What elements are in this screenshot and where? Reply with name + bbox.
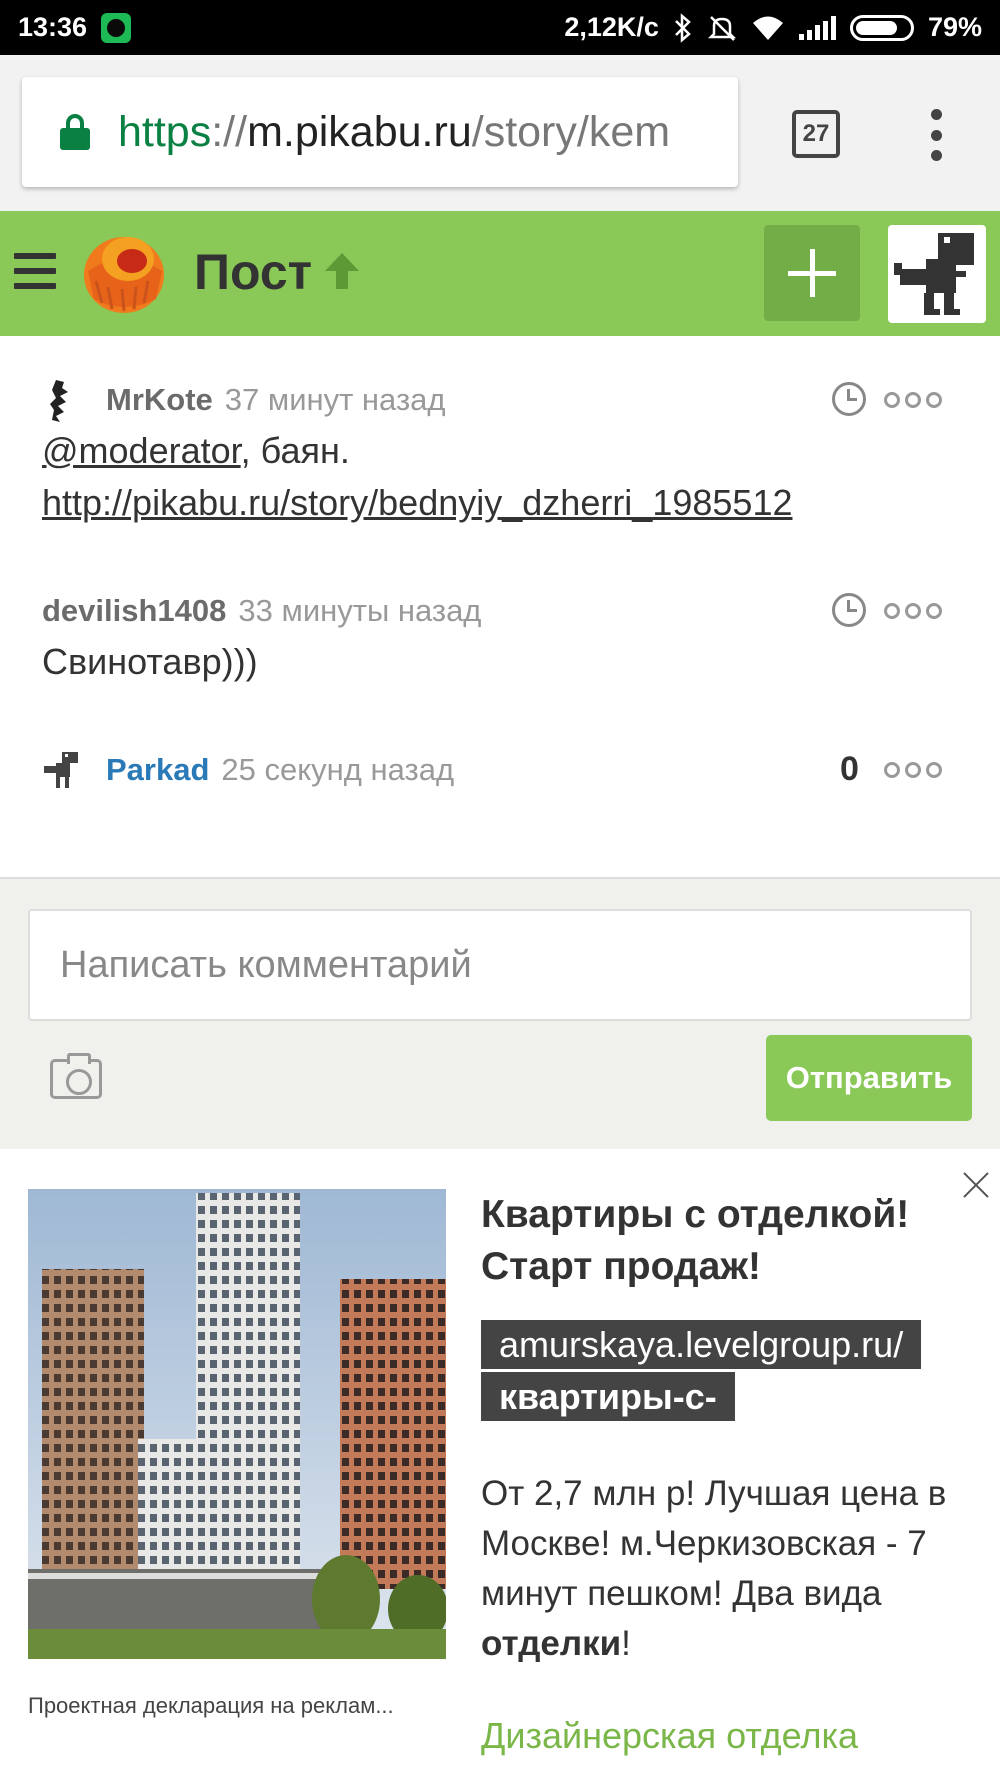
comment-input[interactable]: Написать комментарий bbox=[28, 909, 972, 1021]
comment-text-rest: , баян. bbox=[240, 430, 350, 471]
more-options-icon[interactable] bbox=[884, 392, 942, 408]
comment-rating: 0 bbox=[840, 750, 859, 788]
comment-text: @moderator, баян. http://pikabu.ru/story… bbox=[42, 425, 792, 529]
clock-icon bbox=[832, 382, 866, 416]
comment-time: 33 минуты назад bbox=[238, 593, 482, 628]
signal-icon bbox=[798, 15, 836, 40]
url-host: m.pikabu.ru bbox=[247, 107, 472, 156]
bluetooth-icon bbox=[675, 12, 691, 43]
tab-switcher-button[interactable]: 27 bbox=[792, 110, 840, 158]
spotify-icon bbox=[101, 12, 132, 43]
comment-header: Parkad 25 секунд назад bbox=[42, 745, 454, 795]
url-separator: :// bbox=[211, 107, 248, 156]
ad-domain[interactable]: amurskaya.levelgroup.ru/квартиры-с- bbox=[481, 1319, 963, 1423]
ad-title[interactable]: Квартиры с отделкой! Старт продаж! bbox=[481, 1189, 961, 1293]
wifi-icon bbox=[752, 16, 783, 40]
comment-username[interactable]: devilish1408 bbox=[42, 593, 226, 629]
comment: MrKote 37 минут назад @moderator, баян. … bbox=[0, 375, 1000, 535]
ad-text-bold: отделки bbox=[481, 1624, 622, 1663]
add-post-button[interactable] bbox=[764, 225, 860, 321]
dino-icon bbox=[894, 233, 974, 315]
url-text[interactable]: https://m.pikabu.ru/story/kem bbox=[118, 108, 670, 157]
more-options-icon[interactable] bbox=[884, 603, 942, 619]
comment-header: devilish1408 33 минуты назад bbox=[42, 586, 481, 636]
arrow-up-icon[interactable] bbox=[322, 249, 362, 293]
browser-toolbar: https://m.pikabu.ru/story/kem 27 bbox=[0, 55, 1000, 211]
url-scheme: https bbox=[118, 107, 212, 156]
comment-time: 25 секунд назад bbox=[221, 752, 455, 787]
status-bar: 13:36 2,12K/c 79% bbox=[0, 0, 1000, 55]
ad-declaration: Проектная декларация на реклам... bbox=[28, 1693, 394, 1718]
ad-domain-line2: квартиры-с- bbox=[481, 1372, 735, 1421]
ad-image[interactable] bbox=[28, 1189, 446, 1659]
page-title: Пост bbox=[194, 244, 313, 300]
dino-avatar-icon[interactable] bbox=[42, 748, 82, 792]
silent-icon bbox=[707, 15, 736, 41]
more-options-icon[interactable] bbox=[884, 762, 942, 778]
comment-username[interactable]: Parkad bbox=[106, 752, 209, 788]
battery-percent: 79% bbox=[927, 12, 982, 42]
url-path: /story/kem bbox=[471, 107, 671, 156]
clock-icon bbox=[832, 593, 866, 627]
ad-text-main: От 2,7 млн р! Лучшая цена в Москве! м.Че… bbox=[481, 1474, 947, 1613]
user-avatar[interactable] bbox=[42, 378, 82, 422]
browser-menu-icon[interactable] bbox=[928, 109, 944, 161]
battery-icon bbox=[849, 14, 914, 41]
ad-text-end: ! bbox=[621, 1624, 631, 1663]
story-link[interactable]: http://pikabu.ru/story/bednyiy_dzherri_1… bbox=[42, 482, 792, 523]
comment-text: Свинотавр))) bbox=[42, 641, 258, 682]
comment: Parkad 25 секунд назад 0 bbox=[0, 745, 1000, 805]
close-icon[interactable] bbox=[962, 1171, 992, 1201]
app-header: Пост bbox=[0, 211, 1000, 336]
ad-block[interactable]: Квартиры с отделкой! Старт продаж! amurs… bbox=[0, 1149, 1000, 1777]
mention-link[interactable]: @moderator bbox=[42, 430, 241, 471]
send-button[interactable]: Отправить bbox=[766, 1035, 972, 1121]
ad-domain-line1: amurskaya.levelgroup.ru/ bbox=[481, 1320, 922, 1369]
status-time: 13:36 bbox=[18, 12, 88, 42]
network-speed: 2,12K/c bbox=[564, 12, 659, 42]
hamburger-menu-icon[interactable] bbox=[14, 253, 56, 289]
comment-form: Написать комментарий Отправить bbox=[0, 877, 1000, 1149]
status-right: 2,12K/c 79% bbox=[564, 12, 982, 43]
ad-link[interactable]: Дизайнерская отделка bbox=[481, 1715, 858, 1757]
user-avatar[interactable] bbox=[888, 225, 986, 323]
comment-username[interactable]: MrKote bbox=[106, 382, 213, 418]
camera-icon[interactable] bbox=[50, 1053, 102, 1099]
ad-text: От 2,7 млн р! Лучшая цена в Москве! м.Че… bbox=[481, 1469, 971, 1669]
comment: devilish1408 33 минуты назад Свинотавр))… bbox=[0, 586, 1000, 696]
pikabu-logo[interactable] bbox=[78, 229, 170, 317]
comment-time: 37 минут назад bbox=[224, 382, 446, 417]
url-bar[interactable]: https://m.pikabu.ru/story/kem bbox=[22, 77, 738, 187]
comment-header: MrKote 37 минут назад bbox=[42, 375, 446, 425]
lock-icon bbox=[60, 114, 90, 150]
